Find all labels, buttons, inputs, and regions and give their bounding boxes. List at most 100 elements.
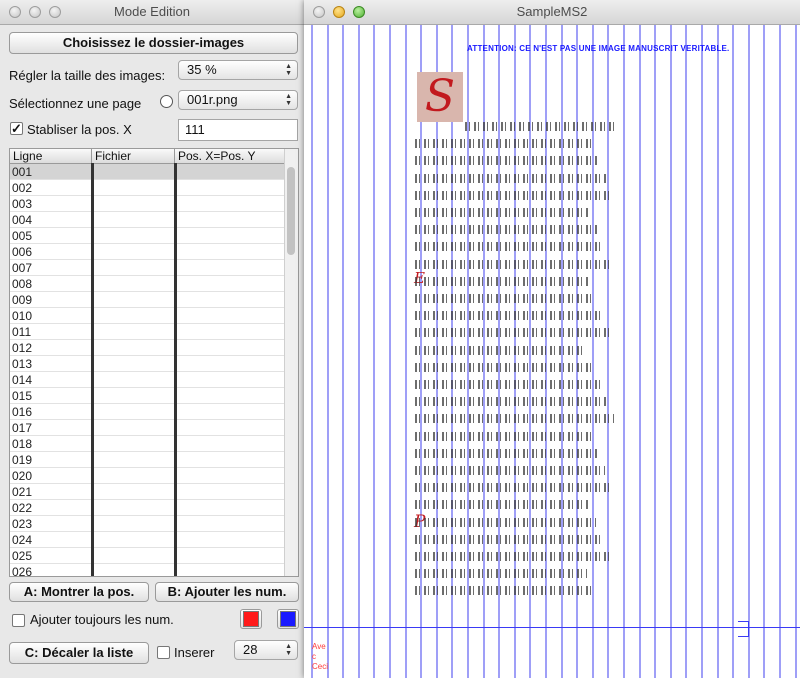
table-row[interactable]: 022 — [10, 500, 285, 516]
table-row[interactable]: 016 — [10, 404, 285, 420]
table-row[interactable]: 026 — [10, 564, 285, 576]
column-guide — [342, 25, 344, 678]
column-guide — [795, 25, 797, 678]
shift-list-button[interactable]: C: Décaler la liste — [9, 642, 149, 664]
manuscript-line — [415, 552, 610, 561]
table-row[interactable]: 006 — [10, 244, 285, 260]
image-size-label: Régler la taille des images: — [9, 68, 166, 83]
table-row[interactable]: 017 — [10, 420, 285, 436]
column-guide — [779, 25, 781, 678]
column-guide — [670, 25, 672, 678]
table-row[interactable]: 023 — [10, 516, 285, 532]
manuscript-line — [415, 432, 591, 441]
page-label: Sélectionnez une page — [9, 96, 142, 111]
illuminated-initial: S — [417, 72, 463, 122]
always-add-checkbox[interactable] — [12, 614, 25, 627]
corner-marker — [738, 621, 749, 637]
manuscript-line — [415, 277, 588, 286]
window-title: SampleMS2 — [516, 4, 588, 19]
column-guide — [732, 25, 734, 678]
column-guide — [389, 25, 391, 678]
blue-color-well[interactable] — [277, 609, 299, 629]
table-row[interactable]: 005 — [10, 228, 285, 244]
manuscript-line — [415, 311, 602, 320]
table-row[interactable]: 002 — [10, 180, 285, 196]
margin-note: Ave — [312, 642, 326, 651]
stabilize-label: Stabliser la pos. X — [27, 122, 132, 137]
table-row[interactable]: 012 — [10, 340, 285, 356]
header-ligne[interactable]: Ligne — [13, 149, 42, 163]
minimize-button[interactable] — [29, 6, 41, 18]
table-row[interactable]: 014 — [10, 372, 285, 388]
page-radio[interactable] — [160, 95, 173, 108]
baseline-guide — [304, 627, 800, 628]
header-fichier[interactable]: Fichier — [95, 149, 131, 163]
column-guide — [654, 25, 656, 678]
table-row[interactable]: 007 — [10, 260, 285, 276]
select-arrows-icon: ▲ ▼ — [285, 643, 292, 657]
window-title: Mode Edition — [114, 4, 190, 19]
manuscript-line — [415, 174, 606, 183]
manuscript-line — [415, 225, 597, 234]
mode-edition-window: Mode Edition Choisissez le dossier-image… — [0, 0, 304, 678]
column-guide — [405, 25, 407, 678]
table-row[interactable]: 010 — [10, 308, 285, 324]
page-value: 001r.png — [187, 92, 238, 107]
close-button[interactable] — [313, 6, 325, 18]
table-row[interactable]: 021 — [10, 484, 285, 500]
table-row[interactable]: 003 — [10, 196, 285, 212]
zoom-button[interactable] — [49, 6, 61, 18]
samplems2-window: SampleMS2 ATTENTION: CE N'EST PAS UNE IM… — [304, 0, 800, 678]
column-divider — [174, 163, 177, 576]
select-arrows-icon: ▲ ▼ — [285, 63, 292, 77]
manuscript-line — [415, 518, 596, 527]
column-guide — [639, 25, 641, 678]
manuscript-line — [415, 363, 593, 372]
manuscript-line — [415, 328, 609, 337]
insert-select[interactable]: 28 ▲ ▼ — [234, 640, 298, 660]
manuscript-line — [415, 380, 600, 389]
table-row[interactable]: 015 — [10, 388, 285, 404]
insert-checkbox[interactable] — [157, 646, 170, 659]
table-row[interactable]: 008 — [10, 276, 285, 292]
table-row[interactable]: 025 — [10, 548, 285, 564]
image-size-select[interactable]: 35 % ▲ ▼ — [178, 60, 298, 80]
header-pos[interactable]: Pos. X=Pos. Y — [178, 149, 256, 163]
select-arrows-icon: ▲ ▼ — [285, 93, 292, 107]
table-row[interactable]: 011 — [10, 324, 285, 340]
right-window-titlebar[interactable]: SampleMS2 — [304, 0, 800, 25]
stabilize-checkbox[interactable]: ✓ — [10, 122, 23, 135]
zoom-button[interactable] — [353, 6, 365, 18]
add-num-button[interactable]: B: Ajouter les num. — [155, 582, 299, 602]
table-row[interactable]: 020 — [10, 468, 285, 484]
manuscript-line — [415, 466, 605, 475]
red-color-well[interactable] — [240, 609, 262, 629]
table-row[interactable]: 013 — [10, 356, 285, 372]
close-button[interactable] — [9, 6, 21, 18]
column-guide — [327, 25, 329, 678]
manuscript-line — [415, 500, 589, 509]
manuscript-line — [415, 346, 586, 355]
pos-x-field[interactable]: 111 — [178, 119, 298, 141]
manuscript-line — [415, 414, 614, 423]
table-row[interactable]: 001 — [10, 164, 285, 180]
manuscript-line — [415, 569, 587, 578]
manuscript-canvas[interactable]: ATTENTION: CE N'EST PAS UNE IMAGE MANUSC… — [304, 25, 800, 678]
choose-folder-button[interactable]: Choisissez le dossier-images — [9, 32, 298, 54]
minimize-button[interactable] — [333, 6, 345, 18]
insert-value: 28 — [243, 642, 258, 657]
page-select[interactable]: 001r.png ▲ ▼ — [178, 90, 298, 110]
lines-table[interactable]: Ligne Fichier Pos. X=Pos. Y 001 002 003 004… — [9, 148, 299, 577]
show-pos-button[interactable]: A: Montrer la pos. — [9, 582, 149, 602]
manuscript-line — [415, 260, 611, 269]
manuscript-line — [415, 139, 592, 148]
table-row[interactable]: 018 — [10, 436, 285, 452]
table-scrollbar[interactable] — [284, 149, 298, 576]
table-row[interactable]: 024 — [10, 532, 285, 548]
left-window-titlebar[interactable]: Mode Edition — [0, 0, 304, 25]
table-row[interactable]: 019 — [10, 452, 285, 468]
blue-swatch — [280, 611, 296, 627]
table-row[interactable]: 009 — [10, 292, 285, 308]
table-row[interactable]: 004 — [10, 212, 285, 228]
scrollbar-thumb[interactable] — [287, 167, 295, 255]
